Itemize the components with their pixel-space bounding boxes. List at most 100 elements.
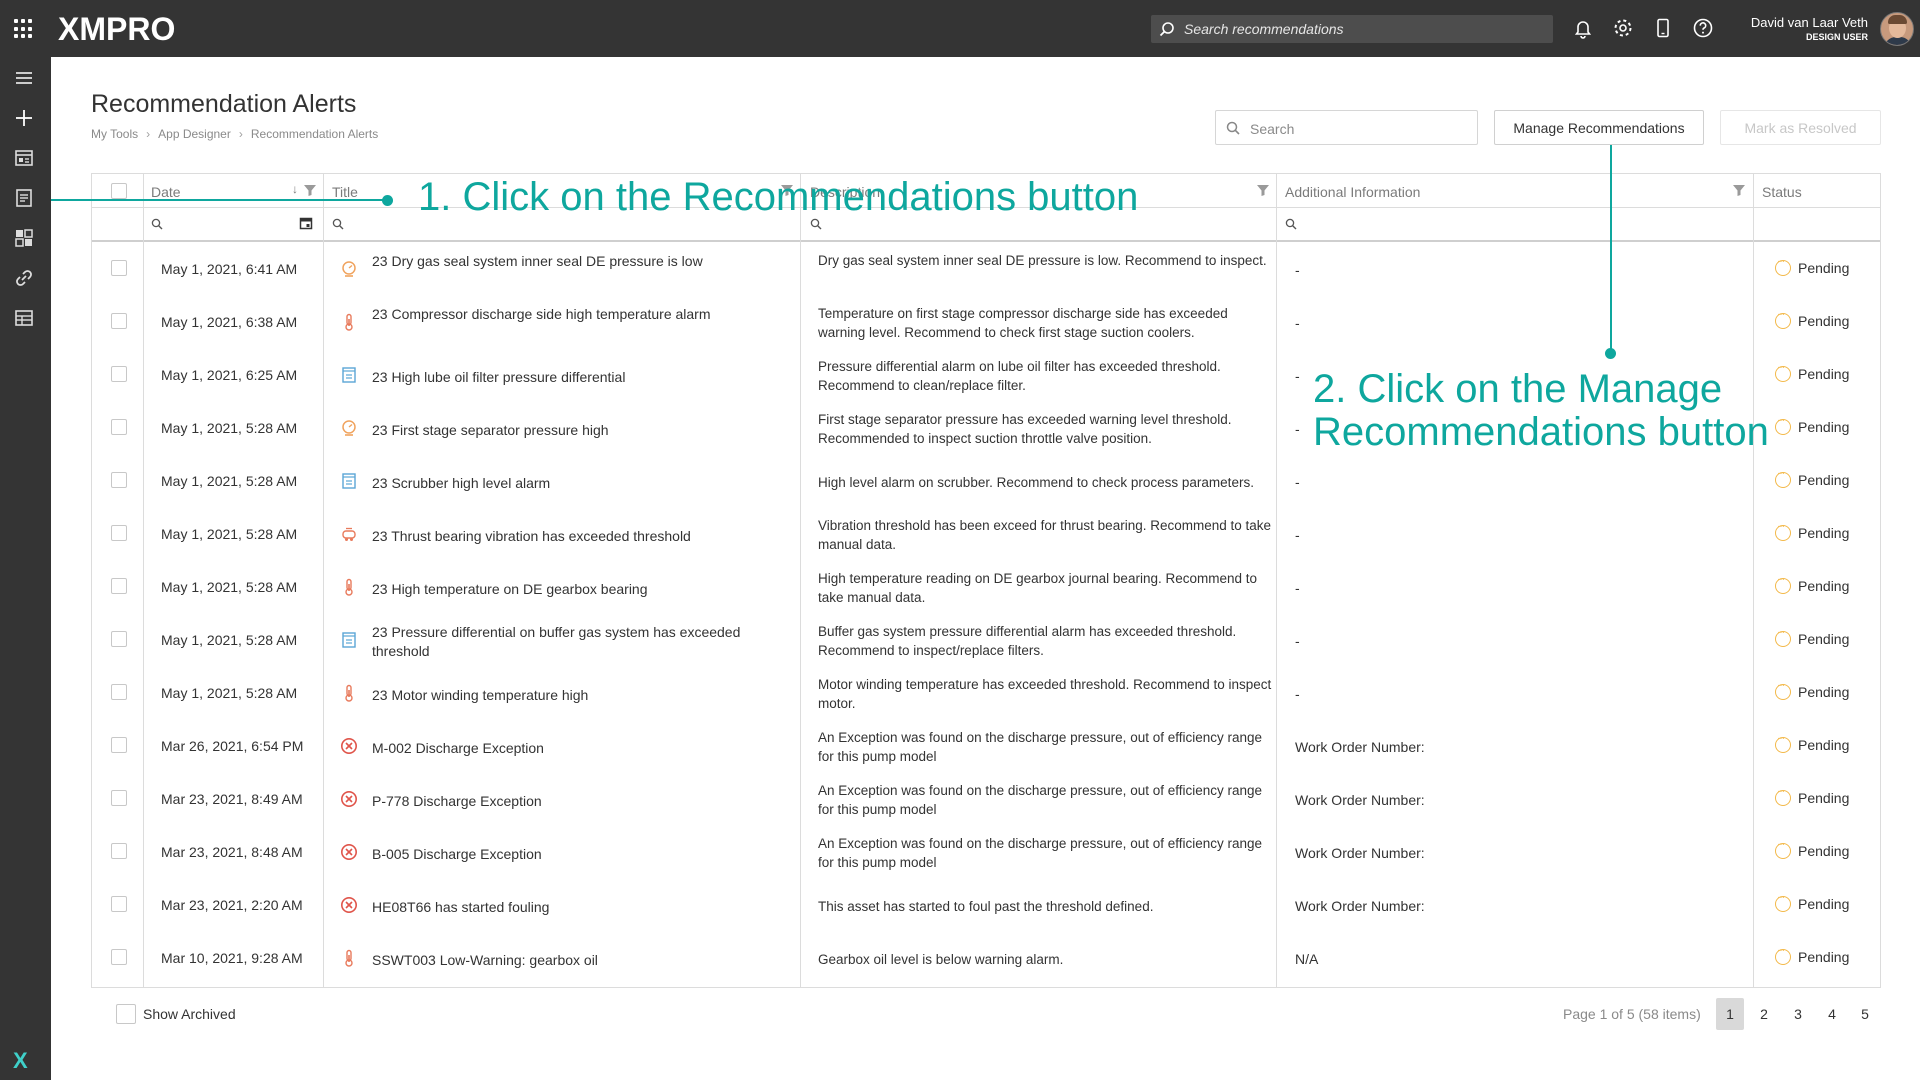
column-header-date[interactable]: Date <box>151 184 181 200</box>
mark-as-resolved-button[interactable]: Mark as Resolved <box>1720 110 1881 145</box>
table-row[interactable]: May 1, 2021, 5:28 AM 23 Pressure differen… <box>92 613 1880 666</box>
page-button-5[interactable]: 5 <box>1851 998 1879 1030</box>
row-checkbox[interactable] <box>111 472 127 488</box>
pending-icon <box>1775 521 1791 541</box>
breadcrumb-app-designer[interactable]: App Designer <box>158 127 231 141</box>
pressure-gauge-icon <box>342 420 356 436</box>
table-row[interactable]: Mar 23, 2021, 8:49 AM P-778 Discharge Exc… <box>92 772 1880 825</box>
table-row[interactable]: May 1, 2021, 5:28 AM 23 Motor winding tem… <box>92 666 1880 719</box>
filter-icon[interactable] <box>303 183 317 197</box>
error-circle-icon <box>341 897 357 913</box>
recommendations-grid: Date ↓ Title Description Additional Info… <box>91 173 1881 988</box>
column-header-additional-information[interactable]: Additional Information <box>1285 184 1420 200</box>
row-title[interactable]: 23 Dry gas seal system inner seal DE pre… <box>372 252 772 271</box>
pending-icon <box>1775 574 1791 594</box>
row-title[interactable]: HE08T66 has started fouling <box>372 898 772 917</box>
row-checkbox[interactable] <box>111 896 127 912</box>
row-checkbox[interactable] <box>111 790 127 806</box>
gear-icon[interactable] <box>1612 17 1634 39</box>
row-additional-info: - <box>1295 580 1300 596</box>
table-row[interactable]: Mar 23, 2021, 2:20 AM HE08T66 has started… <box>92 878 1880 931</box>
apps-tiles-icon[interactable] <box>13 227 35 249</box>
calendar-icon[interactable] <box>299 216 313 230</box>
page-button-3[interactable]: 3 <box>1784 998 1812 1030</box>
row-title[interactable]: 23 Compressor discharge side high temper… <box>372 305 772 324</box>
row-title[interactable]: 23 High lube oil filter pressure differe… <box>372 368 772 387</box>
row-checkbox[interactable] <box>111 631 127 647</box>
row-checkbox[interactable] <box>111 843 127 859</box>
user-name[interactable]: David van Laar Veth <box>1751 15 1868 30</box>
grid-search-input[interactable]: Search <box>1215 110 1478 145</box>
sort-desc-icon[interactable]: ↓ <box>292 182 298 196</box>
filter-icon[interactable] <box>1256 183 1270 197</box>
page-button-4[interactable]: 4 <box>1818 998 1846 1030</box>
row-checkbox[interactable] <box>111 525 127 541</box>
data-stream-icon[interactable] <box>13 307 35 329</box>
breadcrumb-my-tools[interactable]: My Tools <box>91 127 138 141</box>
bell-icon[interactable] <box>1572 17 1594 39</box>
user-role: DESIGN USER <box>1805 32 1868 42</box>
row-status: Pending <box>1798 472 1850 488</box>
row-title[interactable]: 23 Motor winding temperature high <box>372 686 772 705</box>
row-title[interactable]: 23 High temperature on DE gearbox bearin… <box>372 580 772 599</box>
row-checkbox[interactable] <box>111 578 127 594</box>
row-date: Mar 23, 2021, 8:49 AM <box>161 791 303 807</box>
thermometer-icon <box>345 949 353 967</box>
table-row[interactable]: Mar 23, 2021, 8:48 AM B-005 Discharge Exc… <box>92 825 1880 878</box>
hamburger-menu-icon[interactable] <box>13 67 35 89</box>
table-row[interactable]: May 1, 2021, 5:28 AM 23 Scrubber high lev… <box>92 454 1880 507</box>
row-title[interactable]: SSWT003 Low-Warning: gearbox oil <box>372 951 772 970</box>
search-icon <box>1226 121 1240 135</box>
recommendations-icon[interactable] <box>13 187 35 209</box>
row-date: May 1, 2021, 5:28 AM <box>161 526 298 542</box>
show-archived-checkbox[interactable] <box>116 1004 136 1024</box>
row-checkbox[interactable] <box>111 737 127 753</box>
search-icon[interactable] <box>1285 218 1297 230</box>
mobile-icon[interactable] <box>1652 17 1674 39</box>
row-status: Pending <box>1798 790 1850 806</box>
show-archived-label[interactable]: Show Archived <box>143 1006 236 1022</box>
row-checkbox[interactable] <box>111 419 127 435</box>
avatar[interactable] <box>1880 12 1914 46</box>
vibration-icon <box>342 527 356 541</box>
row-title[interactable]: 23 Pressure differential on buffer gas s… <box>372 623 772 661</box>
table-row[interactable]: May 1, 2021, 5:28 AM 23 Thrust bearing vi… <box>92 507 1880 560</box>
column-header-status[interactable]: Status <box>1762 184 1802 200</box>
row-additional-info: - <box>1295 633 1300 649</box>
row-checkbox[interactable] <box>111 366 127 382</box>
error-circle-icon <box>341 844 357 860</box>
help-icon[interactable] <box>1692 17 1714 39</box>
page-button-2[interactable]: 2 <box>1750 998 1778 1030</box>
row-title[interactable]: 23 First stage separator pressure high <box>372 421 772 440</box>
row-additional-info: - <box>1295 315 1300 331</box>
filter-icon[interactable] <box>1732 183 1746 197</box>
search-icon[interactable] <box>151 218 163 230</box>
table-row[interactable]: Mar 10, 2021, 9:28 AM SSWT003 Low-Warning… <box>92 931 1880 984</box>
table-row[interactable]: Mar 26, 2021, 6:54 PM M-002 Discharge Exc… <box>92 719 1880 772</box>
row-date: May 1, 2021, 5:28 AM <box>161 420 298 436</box>
left-sidebar: X <box>0 57 51 1080</box>
row-title[interactable]: P-778 Discharge Exception <box>372 792 772 811</box>
dashboard-icon[interactable] <box>13 147 35 169</box>
column-header-title[interactable]: Title <box>332 184 358 200</box>
row-checkbox[interactable] <box>111 684 127 700</box>
search-icon[interactable] <box>332 218 344 230</box>
error-circle-icon <box>341 791 357 807</box>
plus-icon[interactable] <box>13 107 35 129</box>
row-checkbox[interactable] <box>111 949 127 965</box>
row-title[interactable]: B-005 Discharge Exception <box>372 845 772 864</box>
row-title[interactable]: 23 Thrust bearing vibration has exceeded… <box>372 527 772 546</box>
row-additional-info: - <box>1295 474 1300 490</box>
top-search-input[interactable]: Search recommendations <box>1151 15 1553 43</box>
row-title[interactable]: M-002 Discharge Exception <box>372 739 772 758</box>
row-title[interactable]: 23 Scrubber high level alarm <box>372 474 772 493</box>
select-all-checkbox[interactable] <box>111 183 127 199</box>
table-row[interactable]: May 1, 2021, 5:28 AM 23 High temperature … <box>92 560 1880 613</box>
apps-grid-icon[interactable] <box>14 19 34 39</box>
row-checkbox[interactable] <box>111 313 127 329</box>
row-checkbox[interactable] <box>111 260 127 276</box>
page-button-1[interactable]: 1 <box>1716 998 1744 1030</box>
link-icon[interactable] <box>13 267 35 289</box>
manage-recommendations-button[interactable]: Manage Recommendations <box>1494 110 1704 145</box>
row-description: Buffer gas system pressure differential … <box>818 624 1237 658</box>
